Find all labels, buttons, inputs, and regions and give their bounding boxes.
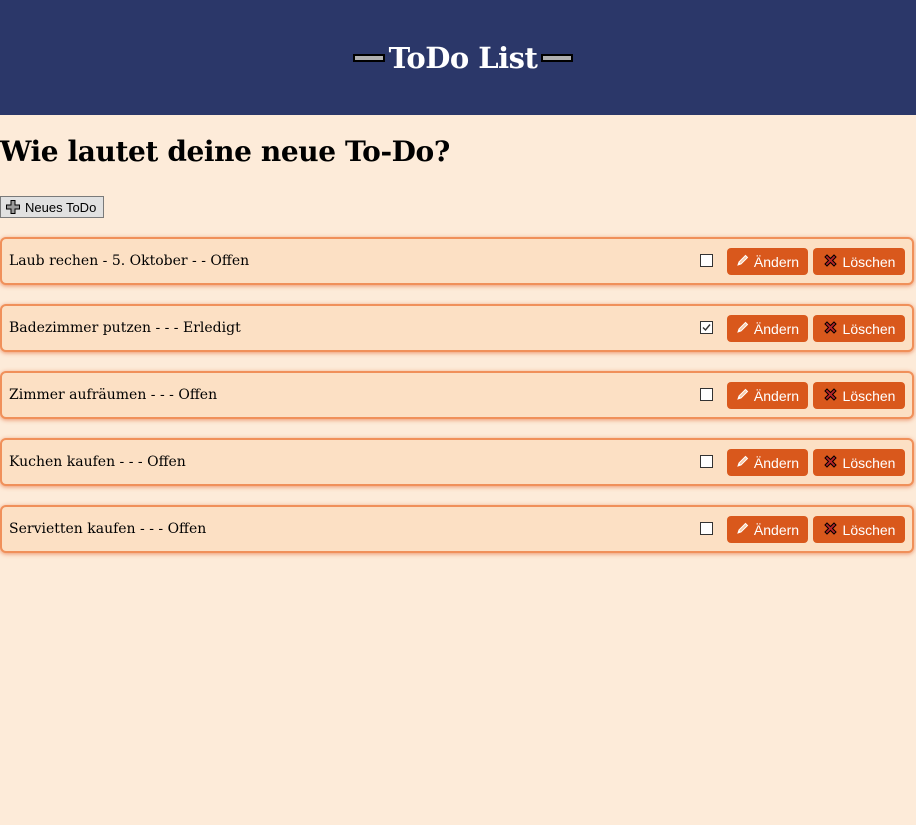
todo-text: Laub rechen - 5. Oktober - - Offen — [9, 253, 250, 269]
edit-button[interactable]: Ändern — [727, 248, 808, 275]
todo-item: Servietten kaufen - - - Offen Ändern Lös… — [0, 505, 914, 553]
delete-button[interactable]: Löschen — [813, 315, 905, 342]
delete-button-label: Löschen — [842, 320, 896, 337]
pencil-icon — [736, 388, 749, 404]
edit-button-label: Ändern — [753, 387, 800, 404]
delete-button-label: Löschen — [842, 387, 896, 404]
new-todo-button[interactable]: Neues ToDo — [0, 196, 105, 218]
delete-button[interactable]: Löschen — [813, 382, 905, 409]
todo-item: Laub rechen - 5. Oktober - - Offen Änder… — [0, 237, 914, 285]
edit-button-label: Ändern — [753, 253, 800, 270]
delete-button[interactable]: Löschen — [813, 248, 905, 275]
todo-text: Kuchen kaufen - - - Offen — [9, 454, 186, 470]
x-icon — [823, 320, 838, 338]
header-title-group: ToDo List — [352, 40, 574, 75]
todo-text: Badezimmer putzen - - - Erledigt — [9, 320, 241, 336]
edit-button-label: Ändern — [753, 320, 800, 337]
edit-button[interactable]: Ändern — [727, 516, 808, 543]
edit-button[interactable]: Ändern — [727, 449, 808, 476]
todo-done-checkbox[interactable] — [700, 388, 713, 401]
edit-button[interactable]: Ändern — [727, 382, 808, 409]
x-icon — [823, 253, 838, 271]
plus-icon — [6, 200, 20, 214]
pencil-icon — [736, 455, 749, 471]
todo-done-checkbox[interactable] — [700, 321, 713, 334]
delete-button-label: Löschen — [842, 454, 896, 471]
todo-done-checkbox[interactable] — [700, 455, 713, 468]
edit-button[interactable]: Ändern — [727, 315, 808, 342]
todo-text: Servietten kaufen - - - Offen — [9, 521, 207, 537]
edit-button-label: Ändern — [753, 454, 800, 471]
delete-button[interactable]: Löschen — [813, 449, 905, 476]
new-todo-button-label: Neues ToDo — [25, 199, 97, 215]
x-icon — [823, 454, 838, 472]
todo-text: Zimmer aufräumen - - - Offen — [9, 387, 218, 403]
delete-button[interactable]: Löschen — [813, 516, 905, 543]
edit-button-label: Ändern — [753, 521, 800, 538]
app-title: ToDo List — [388, 40, 538, 75]
delete-button-label: Löschen — [842, 253, 896, 270]
pencil-icon — [736, 254, 749, 270]
x-icon — [823, 521, 838, 539]
pencil-icon — [736, 522, 749, 538]
new-todo-question: Wie lautet deine neue To-Do? — [0, 135, 450, 168]
todo-done-checkbox[interactable] — [700, 254, 713, 267]
page-header: ToDo List — [0, 0, 916, 115]
delete-button-label: Löschen — [842, 521, 896, 538]
right-decoration-bar — [541, 53, 574, 62]
todo-done-checkbox[interactable] — [700, 522, 713, 535]
x-icon — [823, 387, 838, 405]
todo-item: Zimmer aufräumen - - - Offen Ändern Lösc… — [0, 371, 914, 419]
pencil-icon — [736, 321, 749, 337]
left-decoration-bar — [352, 53, 385, 62]
todo-item: Kuchen kaufen - - - Offen Ändern Löschen — [0, 438, 914, 486]
todo-item: Badezimmer putzen - - - Erledigt Ändern … — [0, 304, 914, 352]
